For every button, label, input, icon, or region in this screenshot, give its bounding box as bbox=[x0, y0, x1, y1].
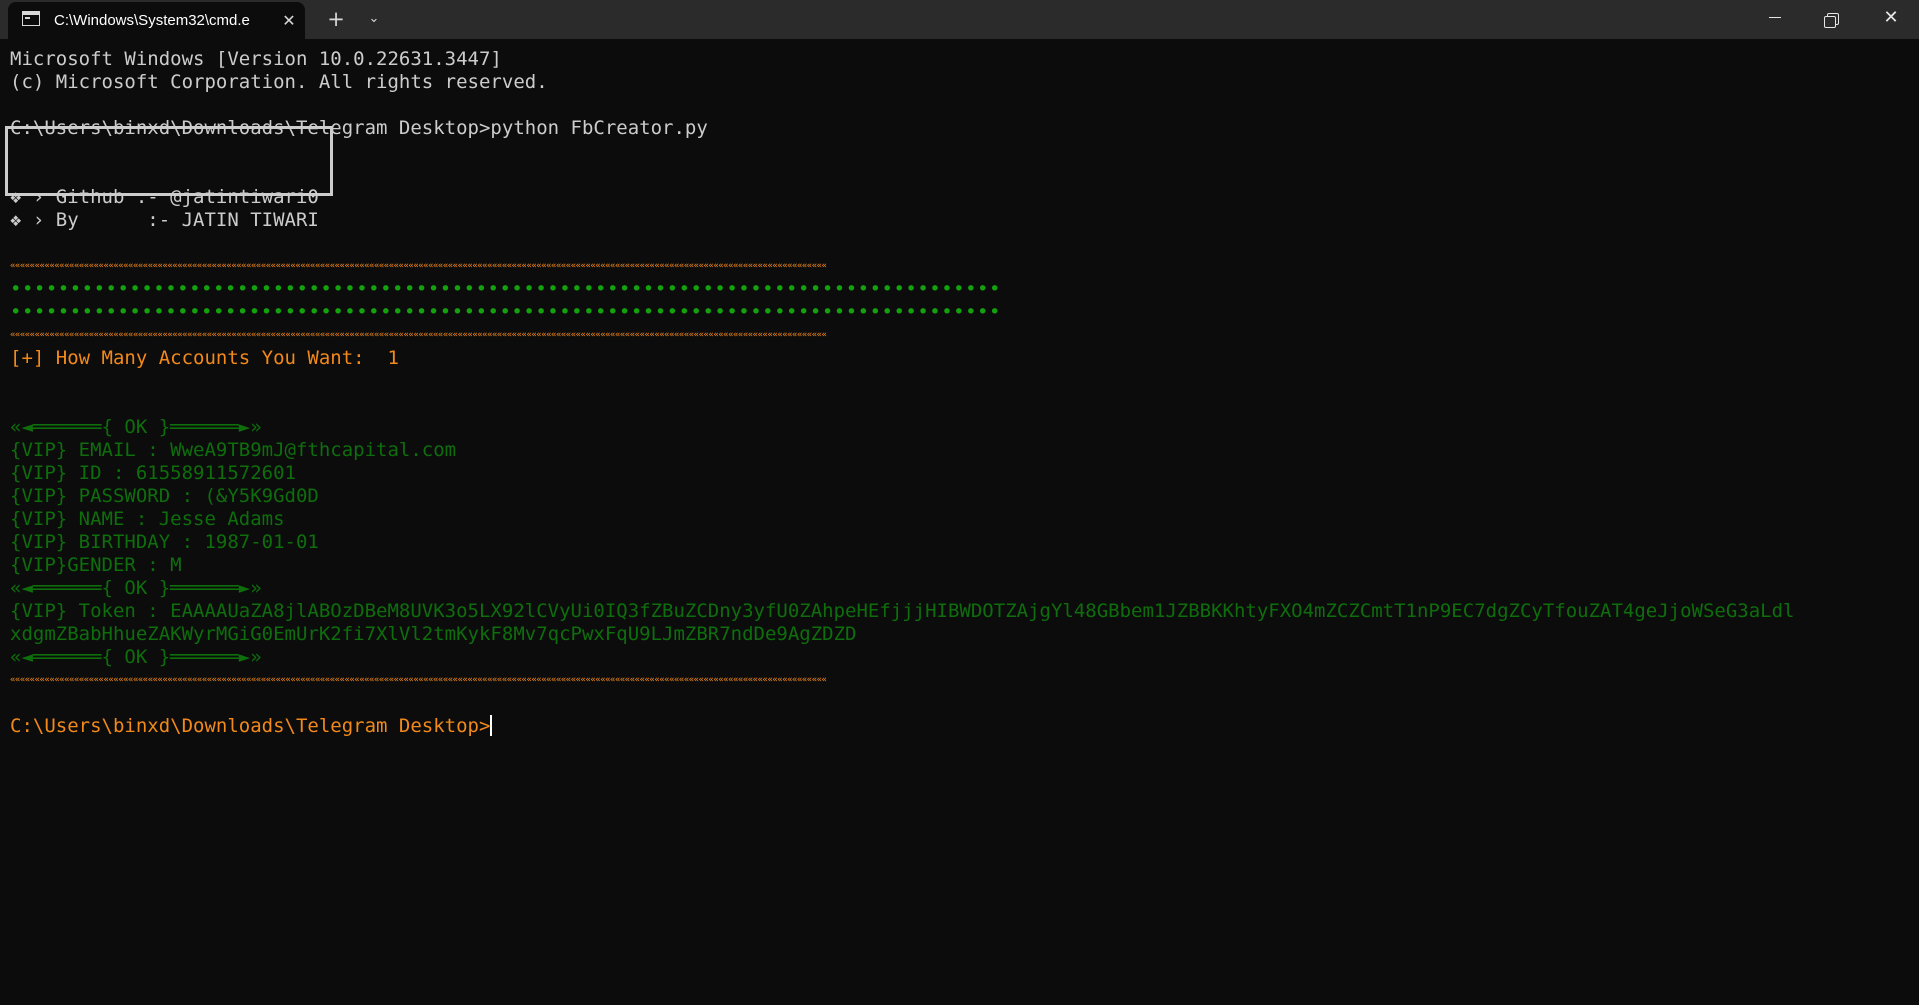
close-window-button[interactable]: ✕ bbox=[1863, 0, 1919, 36]
result-name: {VIP} NAME : Jesse Adams bbox=[10, 508, 285, 530]
tab-cmd[interactable]: C:\Windows\System32\cmd.e ✕ bbox=[8, 2, 305, 39]
tab-close-icon[interactable]: ✕ bbox=[278, 10, 300, 32]
result-email: {VIP} EMAIL : WweA9TB9mJ@fthcapital.com bbox=[10, 439, 457, 461]
result-token: {VIP} Token : EAAAAUaZA8jlABOzDBeM8UVK3o… bbox=[10, 600, 1795, 622]
cmd-icon bbox=[22, 11, 40, 26]
close-icon: ✕ bbox=[1883, 7, 1899, 28]
result-gender: {VIP}GENDER : M bbox=[10, 554, 182, 576]
tab-title: C:\Windows\System32\cmd.e bbox=[54, 12, 250, 29]
result-password: {VIP} PASSWORD : (&Y5K9Gd0D bbox=[10, 485, 319, 507]
console-header-version: Microsoft Windows [Version 10.0.22631.34… bbox=[10, 48, 502, 70]
text-cursor bbox=[490, 715, 493, 736]
separator-rule: ««««««««««««««««««««««««««««««««««««««««… bbox=[10, 261, 827, 271]
restore-icon bbox=[1824, 13, 1839, 28]
minimize-button[interactable] bbox=[1747, 0, 1803, 36]
ok-divider: «◄══════{ OK }══════►» bbox=[10, 416, 262, 438]
separator-rule: ««««««««««««««««««««««««««««««««««««««««… bbox=[10, 675, 827, 685]
ok-divider: «◄══════{ OK }══════►» bbox=[10, 646, 262, 668]
chevron-down-icon[interactable]: ⌄ bbox=[362, 6, 386, 32]
ok-divider: «◄══════{ OK }══════►» bbox=[10, 577, 262, 599]
result-id: {VIP} ID : 61558911572601 bbox=[10, 462, 296, 484]
title-bar: C:\Windows\System32\cmd.e ✕ + ⌄ ✕ bbox=[0, 0, 1919, 39]
dots-line: ••••••••••••••••••••••••••••••••••••••••… bbox=[10, 301, 1001, 323]
result-birthday: {VIP} BIRTHDAY : 1987-01-01 bbox=[10, 531, 319, 553]
banner-author: ❖ › By :- JATIN TIWARI bbox=[10, 209, 319, 231]
result-token-cont: xdgmZBabHhueZAKWyrMGiG0EmUrK2fi7XlVl2tmK… bbox=[10, 623, 857, 645]
final-prompt-line[interactable]: C:\Users\binxd\Downloads\Telegram Deskto… bbox=[10, 715, 1915, 738]
new-tab-button[interactable]: + bbox=[322, 6, 350, 32]
accounts-prompt: [+] How Many Accounts You Want: 1 bbox=[10, 347, 399, 369]
minimize-icon bbox=[1769, 17, 1781, 18]
restore-button[interactable] bbox=[1803, 0, 1859, 36]
separator-rule: ««««««««««««««««««««««««««««««««««««««««… bbox=[10, 330, 827, 340]
banner-frame bbox=[5, 126, 333, 196]
final-prompt: C:\Users\binxd\Downloads\Telegram Deskto… bbox=[10, 715, 491, 737]
terminal-window: C:\Windows\System32\cmd.e ✕ + ⌄ ✕ Micros… bbox=[0, 0, 1919, 1005]
console-header-copyright: (c) Microsoft Corporation. All rights re… bbox=[10, 71, 548, 93]
dots-line: ••••••••••••••••••••••••••••••••••••••••… bbox=[10, 278, 1001, 300]
